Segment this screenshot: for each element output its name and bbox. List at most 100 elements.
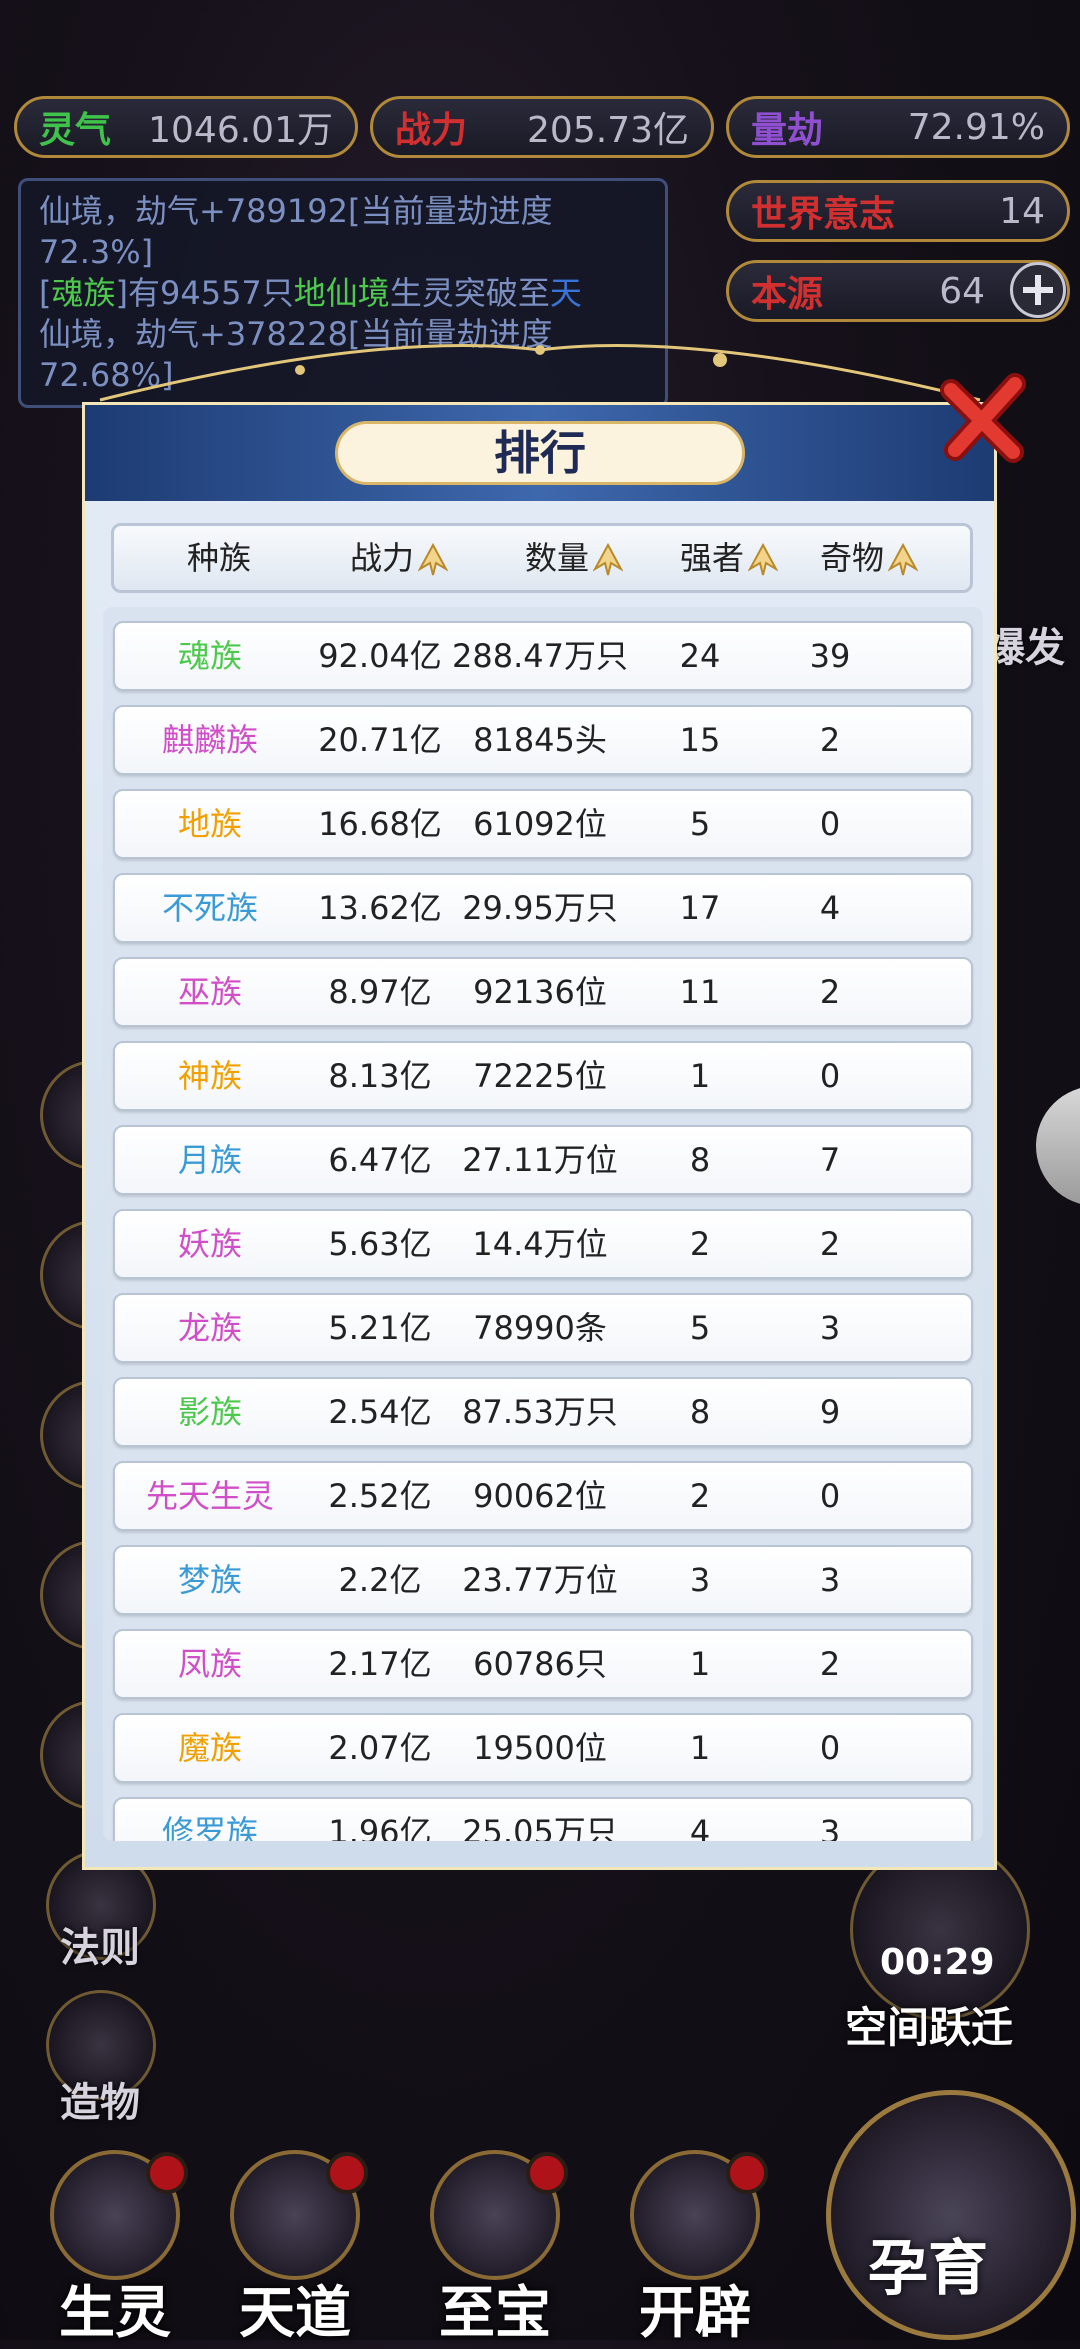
count-cell: 25.05万只 <box>462 1813 618 1841</box>
power-cell: 2.2亿 <box>338 1561 422 1599</box>
table-row[interactable]: 修罗族 1.96亿 25.05万只 4 3 <box>113 1797 973 1841</box>
strong-cell: 8 <box>689 1393 711 1431</box>
table-row[interactable]: 月族 6.47亿 27.11万位 8 7 <box>113 1125 973 1195</box>
race-cell: 妖族 <box>177 1225 242 1263</box>
liangjie-label: 量劫 <box>751 110 824 151</box>
treasure-cell: 0 <box>819 805 841 843</box>
treasure-cell: 3 <box>819 1813 841 1841</box>
power-cell: 6.47亿 <box>328 1141 432 1179</box>
table-row[interactable]: 神族 8.13亿 72225位 1 0 <box>113 1041 973 1111</box>
sort-count-button[interactable]: 数量 <box>499 526 649 590</box>
shijie-label: 世界意志 <box>751 194 896 235</box>
shijie-value: 14 <box>999 190 1045 232</box>
zhanli-label: 战力 <box>395 110 468 151</box>
power-cell: 8.97亿 <box>328 973 432 1011</box>
log-text: ]有94557只 <box>115 274 294 312</box>
header-label: 种族 <box>186 539 251 577</box>
close-icon[interactable] <box>937 370 1033 466</box>
treasure-cell: 2 <box>819 973 841 1011</box>
treasure-cell: 7 <box>819 1141 841 1179</box>
table-row[interactable]: 影族 2.54亿 87.53万只 8 9 <box>113 1377 973 1447</box>
table-row[interactable]: 凤族 2.17亿 60786只 1 2 <box>113 1629 973 1699</box>
strong-cell: 3 <box>689 1561 711 1599</box>
count-cell: 81845头 <box>473 721 607 759</box>
race-cell: 魔族 <box>177 1729 242 1767</box>
log-line: [魂族]有94557只地仙境生灵突破至天 <box>39 273 647 314</box>
race-cell: 地族 <box>177 805 242 843</box>
nav-zhibao[interactable]: 至宝 <box>410 2150 580 2346</box>
race-cell: 麒麟族 <box>161 721 258 759</box>
zao-wu-label[interactable]: 造物 <box>60 2070 140 2128</box>
lingqi-pill: 灵气 1046.01万 <box>14 96 358 158</box>
notification-dot <box>326 2152 368 2194</box>
race-cell: 梦族 <box>177 1561 242 1599</box>
nav-label: 至宝 <box>439 2281 551 2346</box>
count-cell: 23.77万位 <box>462 1561 618 1599</box>
lingqi-label: 灵气 <box>39 110 112 151</box>
notification-dot <box>526 2152 568 2194</box>
power-cell: 1.96亿 <box>328 1813 432 1841</box>
table-row[interactable]: 先天生灵 2.52亿 90062位 2 0 <box>113 1461 973 1531</box>
treasure-cell: 9 <box>819 1393 841 1431</box>
nav-tiandao[interactable]: 天道 <box>210 2150 380 2346</box>
strong-cell: 5 <box>689 1309 711 1347</box>
sort-power-button[interactable]: 战力 <box>324 526 474 590</box>
power-cell: 2.54亿 <box>328 1393 432 1431</box>
power-cell: 13.62亿 <box>318 889 442 927</box>
nav-label: 开辟 <box>639 2281 751 2346</box>
strong-cell: 2 <box>689 1225 711 1263</box>
table-row[interactable]: 魔族 2.07亿 19500位 1 0 <box>113 1713 973 1783</box>
count-cell: 19500位 <box>473 1729 607 1767</box>
race-cell: 不死族 <box>161 889 258 927</box>
nav-kaipi[interactable]: 开辟 <box>610 2150 780 2346</box>
table-row[interactable]: 地族 16.68亿 61092位 5 0 <box>113 789 973 859</box>
count-cell: 60786只 <box>473 1645 607 1683</box>
race-cell: 神族 <box>177 1057 242 1095</box>
race-cell: 月族 <box>177 1141 242 1179</box>
log-realm: 地仙境 <box>293 274 390 312</box>
shijie-pill: 世界意志 14 <box>726 180 1070 242</box>
treasure-cell: 0 <box>819 1477 841 1515</box>
add-benyuan-button[interactable] <box>1010 262 1066 318</box>
strong-cell: 1 <box>689 1729 711 1767</box>
sort-arrow-icon <box>593 543 623 576</box>
strong-cell: 8 <box>689 1141 711 1179</box>
bao-fa-label[interactable]: 爆发 <box>985 615 1065 673</box>
nav-shengling[interactable]: 生灵 <box>30 2150 200 2346</box>
table-row[interactable]: 不死族 13.62亿 29.95万只 17 4 <box>113 873 973 943</box>
side-drawer-handle[interactable] <box>1036 1086 1080 1206</box>
yunyu-label: 孕育 <box>868 2234 988 2304</box>
space-jump-label[interactable]: 空间跃迁 <box>845 1994 1013 2055</box>
strong-cell: 24 <box>679 637 721 675</box>
strong-cell: 1 <box>689 1645 711 1683</box>
header-label: 强者 <box>679 539 744 577</box>
fa-ze-label[interactable]: 法则 <box>60 1915 140 1973</box>
sort-strong-button[interactable]: 强者 <box>669 526 789 590</box>
count-cell: 288.47万只 <box>452 637 628 675</box>
treasure-cell: 39 <box>809 637 851 675</box>
log-text: [ <box>39 274 52 312</box>
log-line: 仙境，劫气+789192[当前量劫进度 <box>39 192 553 230</box>
table-row[interactable]: 梦族 2.2亿 23.77万位 3 3 <box>113 1545 973 1615</box>
ranking-modal: 排行 种族 战力 数量 强者 奇物 魂族 92.04亿 288.47万只 24 39 麒麟… <box>82 402 997 1870</box>
ranking-list[interactable]: 魂族 92.04亿 288.47万只 24 39 麒麟族 20.71亿 81845头 15 2 地族… <box>103 607 983 1841</box>
strong-cell: 11 <box>679 973 721 1011</box>
count-cell: 87.53万只 <box>462 1393 618 1431</box>
sort-arrow-icon <box>418 543 448 576</box>
notification-dot <box>726 2152 768 2194</box>
treasure-cell: 2 <box>819 1225 841 1263</box>
header-label: 数量 <box>524 539 589 577</box>
table-row[interactable]: 龙族 5.21亿 78990条 5 3 <box>113 1293 973 1363</box>
table-row[interactable]: 麒麟族 20.71亿 81845头 15 2 <box>113 705 973 775</box>
treasure-cell: 2 <box>819 1645 841 1683</box>
sort-treasure-button[interactable]: 奇物 <box>794 526 944 590</box>
zhanli-value: 205.73亿 <box>527 110 689 151</box>
table-row[interactable]: 魂族 92.04亿 288.47万只 24 39 <box>113 621 973 691</box>
table-row[interactable]: 巫族 8.97亿 92136位 11 2 <box>113 957 973 1027</box>
treasure-cell: 2 <box>819 721 841 759</box>
zhanli-pill: 战力 205.73亿 <box>370 96 714 158</box>
ornament-arc <box>99 344 981 402</box>
power-cell: 2.52亿 <box>328 1477 432 1515</box>
count-cell: 14.4万位 <box>472 1225 608 1263</box>
table-row[interactable]: 妖族 5.63亿 14.4万位 2 2 <box>113 1209 973 1279</box>
